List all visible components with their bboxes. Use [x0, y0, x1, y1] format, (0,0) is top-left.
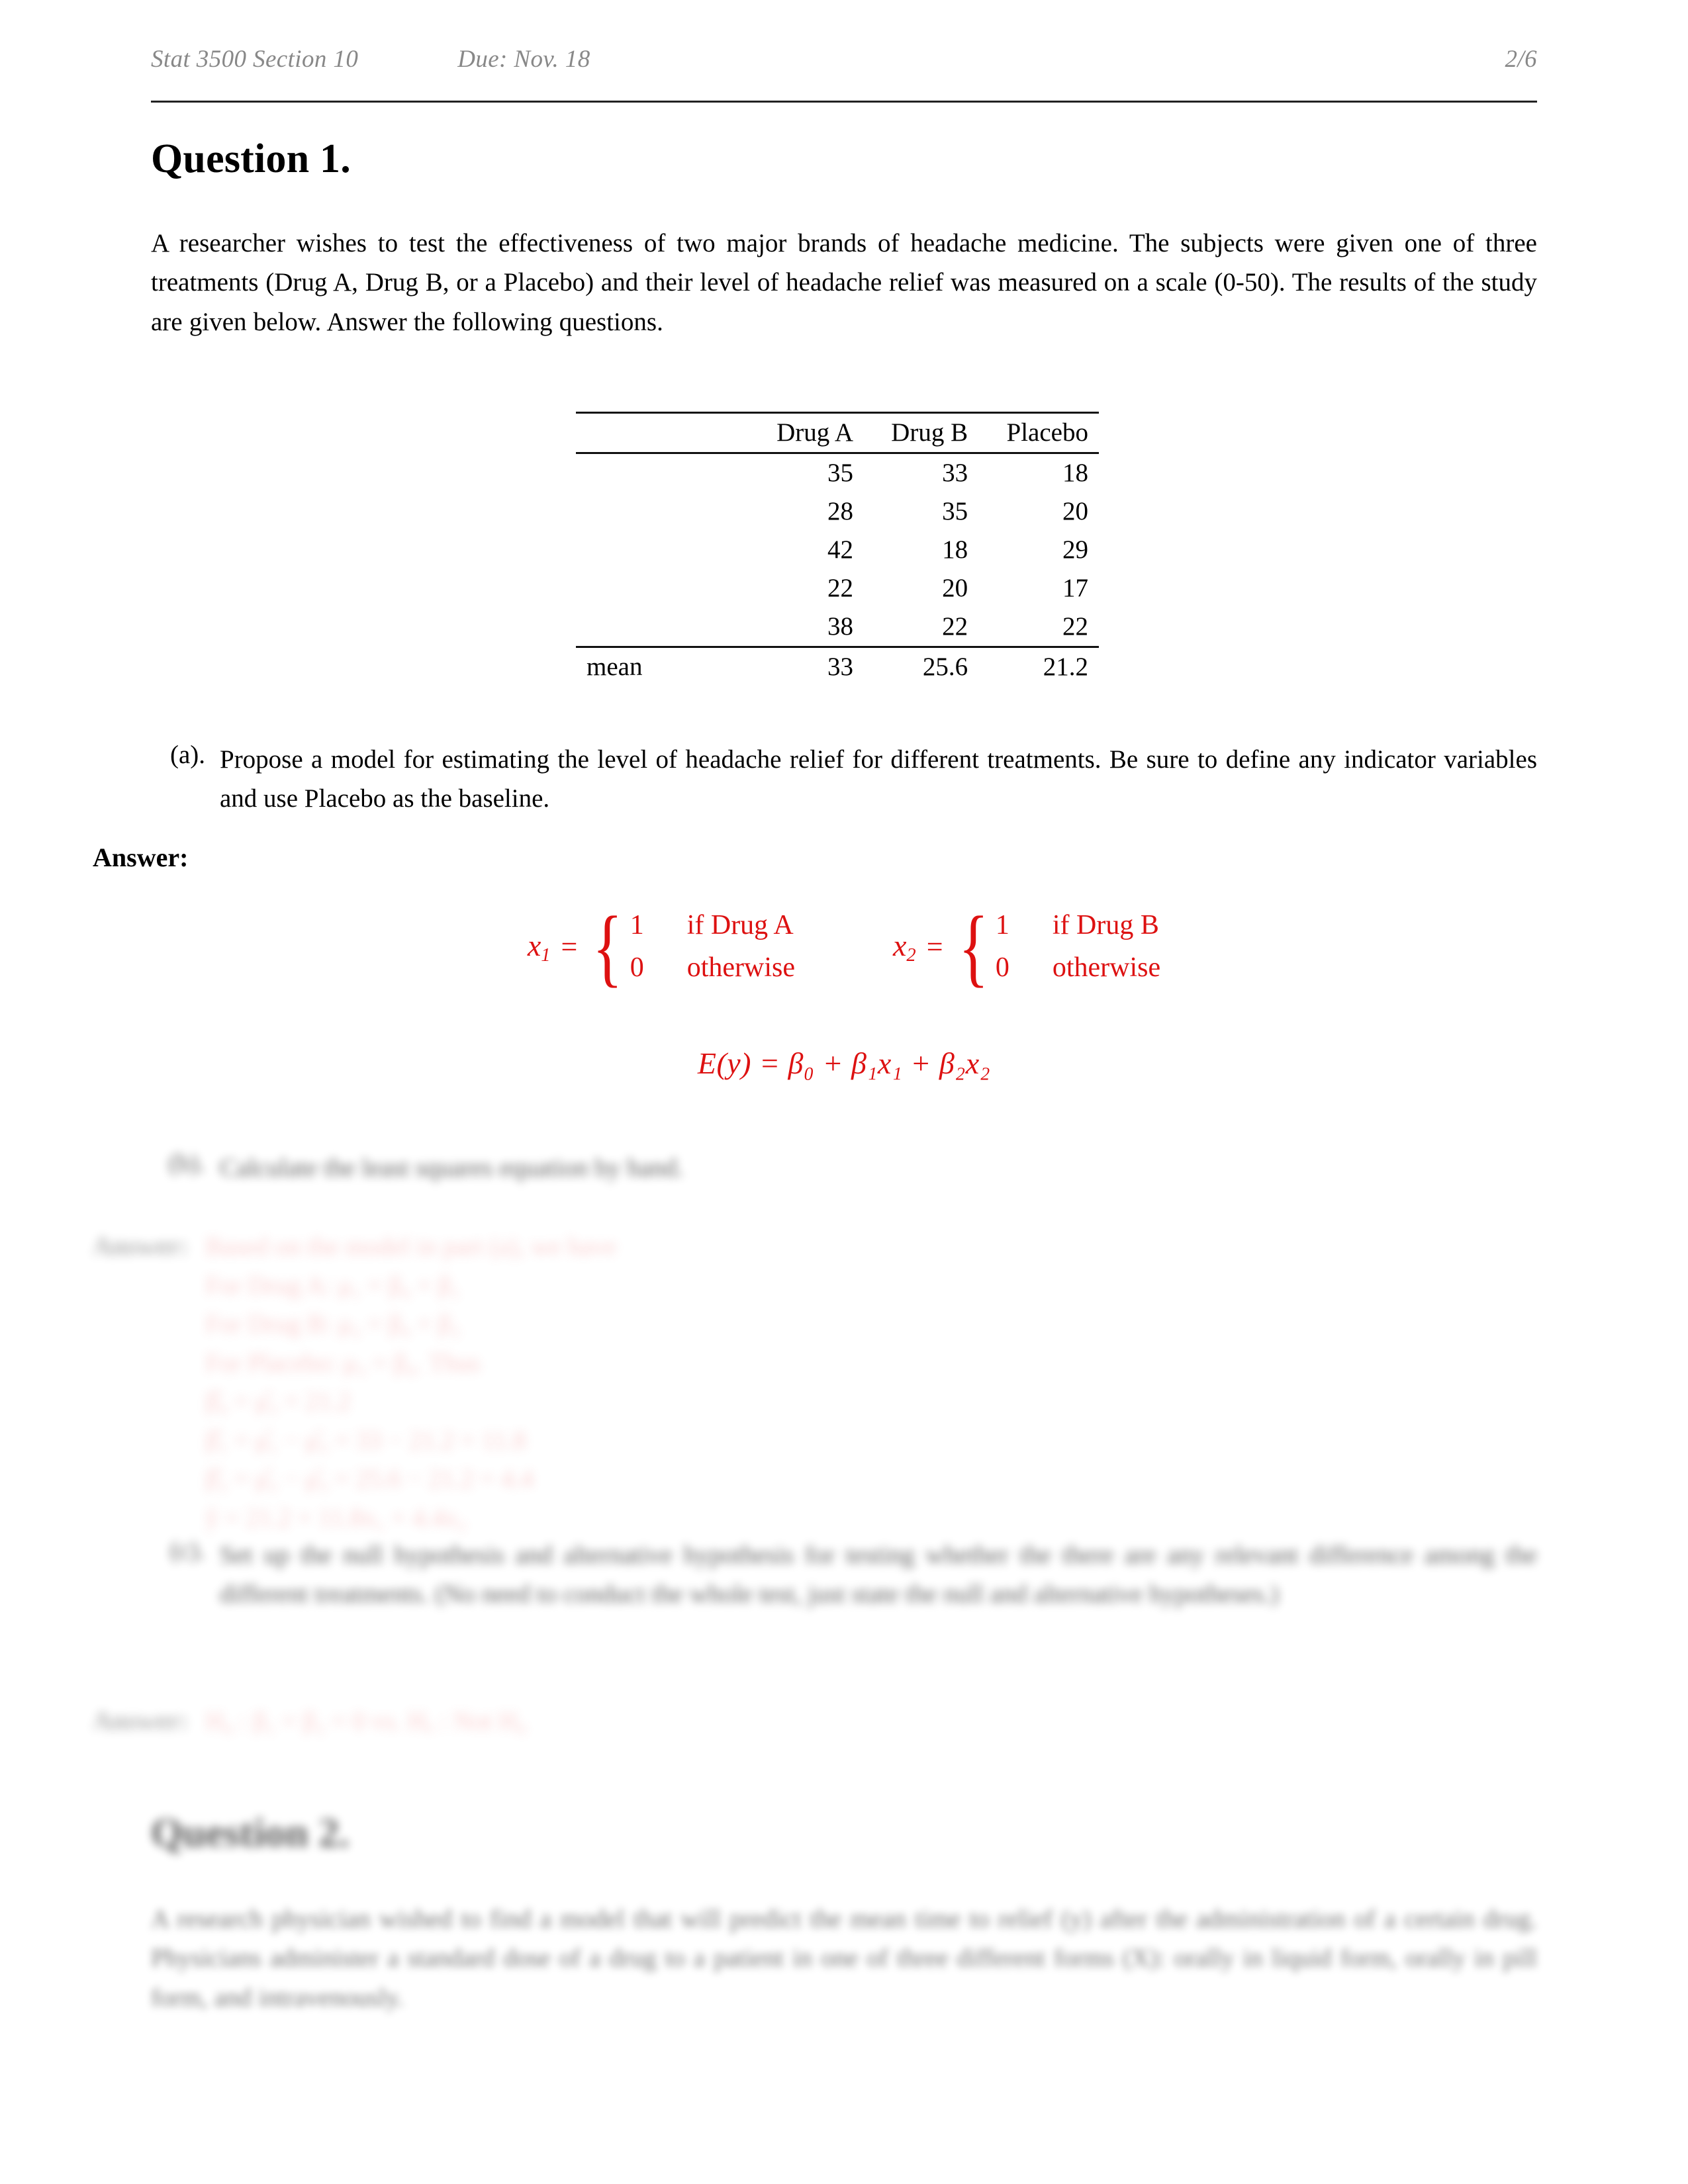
answer-label-b: Answer:	[93, 1231, 189, 1261]
answer-label-a: Answer:	[93, 842, 189, 872]
answer-b-line: Based on the model in part (a), we have	[205, 1232, 616, 1261]
mean-drug-b: 25.6	[864, 646, 979, 686]
cell-drug-b: 18	[942, 535, 968, 564]
x1-case-2-value: 0	[630, 952, 644, 983]
part-a-marker: (a).	[169, 741, 205, 769]
x1-case-1: 1 if Drug A	[630, 908, 795, 944]
header-due-label: Due: Nov. 18	[457, 46, 590, 73]
answer-b-line: For Placebo: μ₃ = β₀. Thus	[205, 1348, 481, 1377]
part-b-marker: (b).	[168, 1149, 205, 1177]
header-course-label: Stat 3500 Section 10	[151, 46, 359, 73]
x2-case-1-condition: if Drug B	[1052, 910, 1159, 940]
table-row: 35 33 18	[576, 453, 1099, 493]
left-brace-icon: {	[958, 897, 989, 995]
table-corner-header	[576, 412, 749, 454]
cell-drug-a: 42	[827, 535, 854, 564]
page-header: Stat 3500 Section 10 Due: Nov. 18 2/6	[151, 45, 1537, 73]
row-label	[576, 453, 749, 493]
part-c-text: Set up the null hypothesis and alternati…	[220, 1541, 1537, 1609]
x2-equals: =	[926, 931, 943, 964]
answer-b-line: β̂₂ = μ̂₂ − μ̂₃ = 25.6 − 21.2 = 4.4	[205, 1465, 534, 1493]
table-header-row: Drug A Drug B Placebo	[576, 412, 1099, 454]
table-header-drug-a: Drug A	[749, 412, 865, 454]
indicator-definitions: x1 = { 1 if Drug A 0 otherwise x2 = { 1	[151, 897, 1537, 995]
question-2-title: Question 2.	[151, 1811, 350, 1856]
answer-b: Answer: Based on the model in part (a), …	[93, 1228, 1479, 1537]
table-row: 42 18 29	[576, 531, 1099, 569]
answer-b-line: For Drug A: μ₁ = β₀ + β₁	[205, 1271, 461, 1300]
answer-b-line: β̂₁ = μ̂₁ − μ̂₃ = 33 − 21.2 = 11.8	[205, 1426, 526, 1455]
cell-drug-b: 33	[942, 459, 968, 487]
cell-drug-a: 38	[827, 612, 854, 641]
x2-case-1: 1 if Drug B	[996, 908, 1160, 944]
results-table-wrapper: Drug A Drug B Placebo 35 33 18 28 35 20	[576, 412, 1099, 686]
part-c: (c). Set up the null hypothesis and alte…	[151, 1535, 1537, 1614]
row-label	[576, 531, 749, 569]
answer-c: Answer: H₀ : β₁ = β₂ = 0 vs. Hₐ : Not H₀	[93, 1702, 1479, 1741]
table-row: 28 35 20	[576, 492, 1099, 531]
part-c-marker: (c).	[169, 1536, 205, 1565]
part-a: (a). Propose a model for estimating the …	[151, 740, 1537, 819]
cell-placebo: 22	[1062, 612, 1088, 641]
part-a-text: Propose a model for estimating the level…	[220, 745, 1537, 813]
x1-case-2: 0 otherwise	[630, 950, 795, 986]
x2-symbol: x2	[893, 928, 916, 966]
cell-drug-a: 28	[827, 497, 854, 525]
model-equation: E(y) = β₀ + β₁x₁ + β₂x₂	[697, 1046, 991, 1080]
cell-placebo: 18	[1062, 459, 1088, 487]
mean-placebo: 21.2	[978, 646, 1099, 686]
part-b-text: Calculate the least squares equation by …	[220, 1154, 684, 1182]
cell-drug-a: 22	[827, 574, 854, 602]
table-body: 35 33 18 28 35 20 42 18 29 22 20 17 38 2…	[576, 453, 1099, 686]
row-label	[576, 569, 749, 608]
table-header-drug-b: Drug B	[864, 412, 979, 454]
row-label	[576, 608, 749, 647]
answer-b-line: For Drug B: μ₂ = β₀ + β₂	[205, 1310, 461, 1338]
cell-drug-b: 22	[942, 612, 968, 641]
answer-label-c: Answer:	[93, 1706, 189, 1735]
table-mean-row: mean 33 25.6 21.2	[576, 646, 1099, 686]
row-label	[576, 492, 749, 531]
question-2-intro: A research physician wished to find a mo…	[151, 1905, 1537, 2012]
mean-drug-a: 33	[749, 646, 865, 686]
question-1-intro: A researcher wishes to test the effectiv…	[151, 229, 1537, 336]
question-1-title: Question 1.	[151, 136, 351, 181]
answer-b-line: β̂₀ = μ̂₃ = 21.2	[205, 1387, 351, 1416]
header-page-number: 2/6	[1505, 46, 1537, 73]
header-divider	[151, 101, 1537, 103]
x2-case-2: 0 otherwise	[996, 950, 1160, 986]
x1-symbol: x1	[527, 928, 551, 966]
cell-drug-a: 35	[827, 459, 854, 487]
x2-case-1-value: 1	[995, 910, 1009, 940]
x2-cases: 1 if Drug B 0 otherwise	[990, 908, 1160, 986]
answer-b-body: Based on the model in part (a), we have …	[205, 1228, 616, 1537]
x1-case-1-condition: if Drug A	[686, 910, 794, 940]
table-row: 22 20 17	[576, 569, 1099, 608]
table-row: 38 22 22	[576, 608, 1099, 647]
cell-placebo: 29	[1062, 535, 1088, 564]
x1-cases: 1 if Drug A 0 otherwise	[625, 908, 795, 986]
indicator-x2: x2 = { 1 if Drug B 0 otherwise	[893, 897, 1160, 995]
x1-equals: =	[561, 931, 578, 964]
x1-case-1-value: 1	[630, 910, 644, 940]
cell-drug-b: 20	[942, 574, 968, 602]
cell-placebo: 17	[1062, 574, 1088, 602]
x2-case-2-value: 0	[995, 952, 1009, 983]
x1-case-2-condition: otherwise	[686, 952, 795, 983]
cell-placebo: 20	[1062, 497, 1088, 525]
part-b: (b). Calculate the least squares equatio…	[151, 1148, 1537, 1187]
document-page: Stat 3500 Section 10 Due: Nov. 18 2/6 Qu…	[0, 0, 1688, 2184]
x2-case-2-condition: otherwise	[1052, 952, 1161, 983]
left-brace-icon: {	[592, 897, 623, 995]
results-table: Drug A Drug B Placebo 35 33 18 28 35 20	[576, 412, 1099, 686]
answer-b-line: ŷ = 21.2 + 11.8x₁ + 4.4x₂	[205, 1503, 467, 1532]
answer-c-body: H₀ : β₁ = β₂ = 0 vs. Hₐ : Not H₀	[205, 1707, 526, 1735]
cell-drug-b: 35	[942, 497, 968, 525]
mean-label: mean	[576, 646, 749, 686]
table-header-placebo: Placebo	[978, 412, 1099, 454]
indicator-x1: x1 = { 1 if Drug A 0 otherwise	[527, 897, 795, 995]
